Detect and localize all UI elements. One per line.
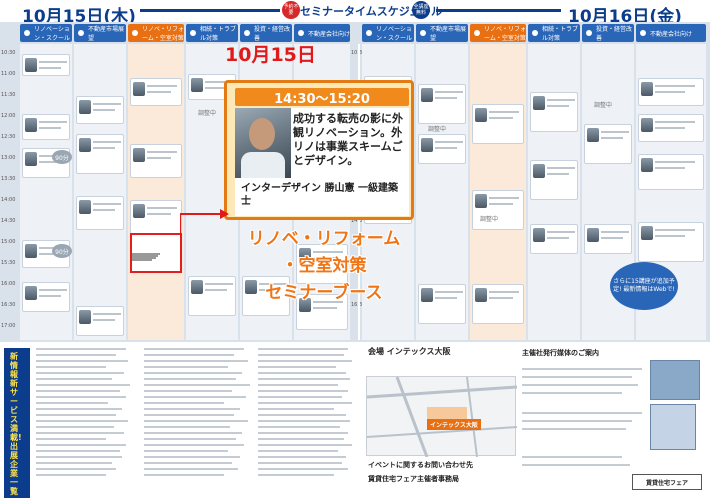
column-day2-renovation (470, 44, 526, 340)
seminar-card[interactable] (76, 134, 124, 174)
ninety-min-badge: 90分 (52, 150, 72, 164)
time-label: 17:00 (1, 323, 16, 329)
seminar-card[interactable] (638, 154, 704, 190)
time-label: 11:30 (1, 92, 16, 98)
map-roads-icon (366, 376, 518, 458)
free-badge: 全講座無料 (412, 1, 430, 19)
seminar-card[interactable] (638, 222, 704, 262)
no-reservation-badge: 予約不要 (282, 1, 300, 19)
popup-time: 14:30～15:20 (235, 88, 409, 107)
seminar-card[interactable] (638, 78, 704, 106)
popup-body: 成功する転売の影に外観リノベーション。外リノは事業スキームごとデザイン。 インタ… (235, 108, 409, 216)
seminar-card[interactable] (76, 196, 124, 230)
col-head-renovation-reform: リノベ・リフォーム・空室対策 (128, 24, 184, 42)
callout-line: ・空室対策 (281, 256, 367, 276)
seminar-card[interactable] (130, 200, 182, 234)
seminar-card[interactable] (76, 306, 124, 336)
time-label: 14:30 (1, 218, 16, 224)
seminar-card[interactable] (130, 78, 182, 106)
seminar-card[interactable] (584, 124, 632, 164)
seminar-card[interactable] (472, 190, 524, 230)
arrow-icon (180, 209, 229, 238)
col-head-renovation-school: リノベーション・スクール (20, 24, 72, 42)
magazine-cover (650, 360, 700, 400)
time-label: 13:00 (1, 155, 16, 161)
adjusting-label: 調整中 (198, 110, 217, 117)
header-rule-right (436, 9, 561, 12)
event-contact-office: 賃貸住宅フェア主催者事務局 (368, 475, 459, 483)
time-label: 14:00 (1, 197, 16, 203)
seminar-card[interactable] (22, 114, 70, 140)
col-head-realtor-2: 不動産会社向け (636, 24, 706, 42)
column-day1-renovation (128, 44, 184, 340)
column-day2-4 (528, 44, 580, 340)
col-head-renovation-reform-2: リノベ・リフォーム・空室対策 (470, 24, 526, 42)
more-seminars-bubble: さらに15講座が追加予定! 最新情報はWebで! (610, 262, 678, 310)
seminar-card[interactable] (22, 282, 70, 312)
seminar-card[interactable] (530, 92, 578, 132)
time-label: 15:30 (1, 260, 16, 266)
time-label: 11:00 (1, 71, 16, 77)
highlighted-seminar-card[interactable] (130, 233, 182, 273)
header-rule-left (140, 9, 280, 12)
map-venue-tag: インテックス大阪 (427, 419, 481, 430)
callout-line: リノベ・リフォーム (247, 229, 401, 249)
col-head-market: 不動産市場展望 (74, 24, 126, 42)
col-head-inheritance-2: 相続・トラブル対策 (528, 24, 580, 42)
seminar-card[interactable] (584, 224, 632, 254)
seminar-card[interactable] (530, 224, 578, 254)
exhibitor-banner-text: 新情報 新サービス満載! 出展企業一覧 (10, 352, 22, 496)
callout-line: セミナーブース (265, 283, 383, 303)
seminar-zoom-popup: 14:30～15:20 成功する転売の影に外観リノベーション。外リノは事業スキー… (224, 80, 414, 220)
popup-date-label: 10月15日 (225, 44, 316, 66)
event-contact-heading: イベントに関するお問い合わせ先 (368, 461, 473, 469)
time-label: 15:00 (1, 239, 16, 245)
seminar-card[interactable] (530, 160, 578, 200)
adjusting-label: 調整中 (594, 102, 613, 109)
time-label: 16:30 (1, 302, 16, 308)
seminar-card[interactable] (418, 84, 466, 124)
seminar-card[interactable] (76, 96, 124, 124)
seminar-card[interactable] (472, 284, 524, 324)
seminar-card[interactable] (418, 134, 466, 164)
seminar-card[interactable] (472, 104, 524, 144)
popup-seminar-title: 成功する転売の影に外観リノベーション。外リノは事業スキームごとデザイン。 (293, 112, 403, 167)
venue-map: インテックス大阪 (366, 376, 518, 458)
booth-callout: リノベ・リフォーム ・空室対策 セミナーブース (224, 226, 424, 307)
seminar-card[interactable] (130, 144, 182, 178)
seminar-card[interactable] (418, 284, 466, 324)
publications-heading: 主催社発行媒体のご案内 (522, 349, 599, 357)
fair-logo: 賃貸住宅フェア (632, 474, 702, 490)
time-label: 10:30 (1, 50, 16, 56)
exhibitor-list-2 (144, 348, 254, 480)
time-label: 12:30 (1, 134, 16, 140)
seminar-card[interactable] (638, 114, 704, 142)
speaker-photo (235, 108, 291, 178)
adjusting-label: 調整中 (480, 216, 499, 223)
col-head-market-2: 不動産市場展望 (416, 24, 468, 42)
time-axis-left: 10:30 11:00 11:30 12:00 12:30 13:00 13:3… (0, 50, 18, 340)
col-head-investment-2: 投資・経営改善 (582, 24, 634, 42)
popup-speaker: インターデザイン 勝山憲 一級建築士 (241, 183, 398, 207)
exhibitor-list-3 (258, 348, 358, 480)
venue-heading: 会場 インテックス大阪 (368, 347, 451, 356)
magazine-cover (650, 404, 696, 450)
time-label: 12:00 (1, 113, 16, 119)
seminar-card[interactable] (22, 54, 70, 76)
time-label: 13:30 (1, 176, 16, 182)
ninety-min-badge: 90分 (52, 244, 72, 258)
speaker-thumbnail (132, 235, 146, 253)
column-day1-1 (20, 44, 72, 340)
column-day1-2 (74, 44, 126, 340)
col-head-renovation-school-2: リノベーション・スクール (362, 24, 414, 42)
time-label: 16:00 (1, 281, 16, 287)
schedule-header: 10月15日(木) 予約不要 セミナータイムスケジュール 全講座無料 10月16… (0, 0, 710, 27)
adjusting-label: 調整中 (428, 126, 447, 133)
exhibitor-list-1 (36, 348, 136, 480)
